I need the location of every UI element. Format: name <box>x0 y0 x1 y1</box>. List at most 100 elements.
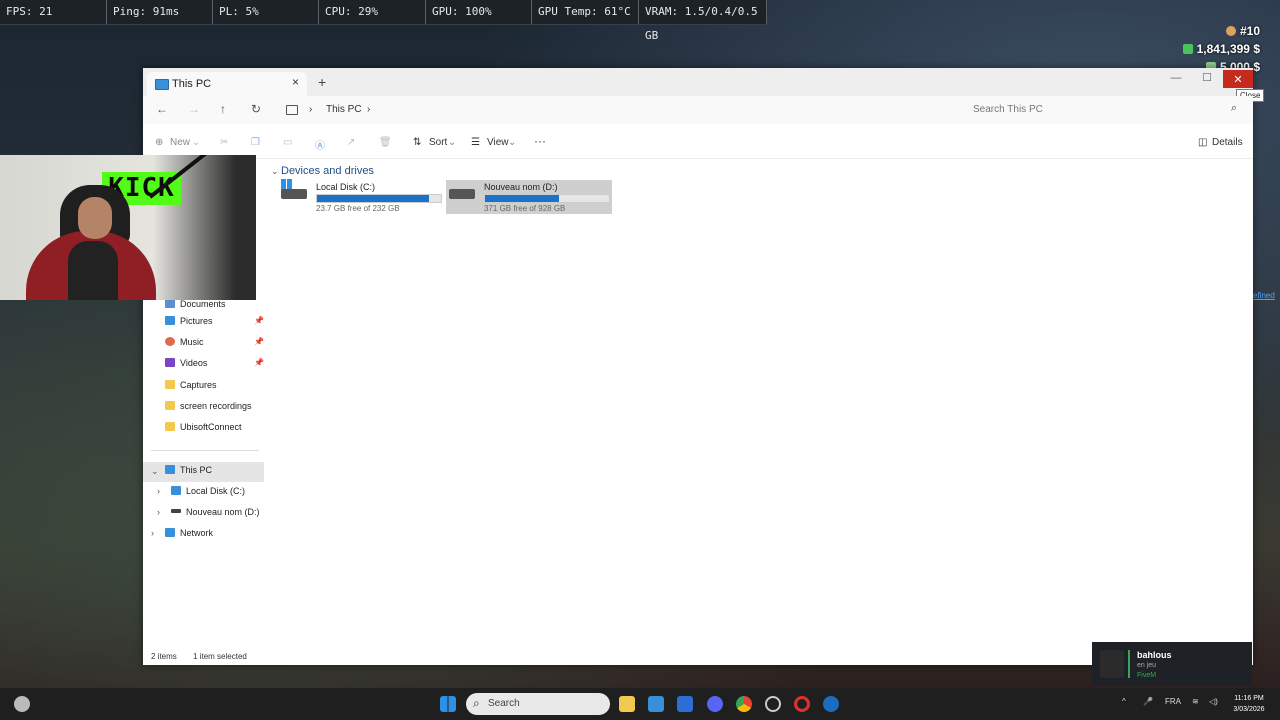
command-bar: ⊕ New ⌄ ✂ ❐ ▭ Ⓐ ↗ 🗑 ⇅ Sort ⌄ ☰ View ⌄ ··… <box>143 128 1253 159</box>
avatar <box>1100 650 1124 678</box>
money-value: 1,841,399 $ <box>1196 42 1260 56</box>
maximize-button[interactable]: ☐ <box>1192 68 1222 90</box>
more-options-icon[interactable]: ··· <box>534 134 546 148</box>
drive-usage-bar <box>484 194 610 203</box>
address-row: ← → ↑ ↻ › This PC › Search This PC ⌕ <box>143 96 1253 124</box>
view-icon[interactable]: ☰ <box>471 137 480 148</box>
store-icon[interactable] <box>648 696 664 712</box>
nav-item-nouveau-nom[interactable]: Nouveau nom (D:) <box>171 503 260 521</box>
nav-item-pictures[interactable]: Pictures <box>165 312 213 330</box>
sort-button[interactable]: Sort <box>429 137 447 148</box>
pictures-icon <box>165 316 175 325</box>
nav-item-screen-recordings[interactable]: screen recordings <box>165 397 252 415</box>
tab-close-icon[interactable]: × <box>292 75 299 89</box>
volume-icon[interactable]: ◁) <box>1209 697 1218 706</box>
nav-label: Videos <box>180 358 208 368</box>
up-arrow-icon[interactable]: ↑ <box>220 102 226 116</box>
minimize-button[interactable]: — <box>1161 68 1191 90</box>
breadcrumb-chevron-end[interactable]: › <box>367 104 370 115</box>
ping-readout: Ping: 91ms <box>107 0 213 24</box>
drive-name: Nouveau nom (D:) <box>484 182 558 192</box>
close-button[interactable]: ✕ <box>1223 70 1253 88</box>
nav-divider <box>151 450 259 451</box>
wifi-icon[interactable]: ≋ <box>1192 697 1199 706</box>
person-icon <box>1225 26 1236 36</box>
sort-chevron-icon: ⌄ <box>448 137 457 148</box>
rank-stat: #10 <box>1183 22 1260 40</box>
nav-item-captures[interactable]: Captures <box>165 376 217 394</box>
sort-icon[interactable]: ⇅ <box>413 137 421 148</box>
overwolf-icon[interactable] <box>765 696 781 712</box>
status-bar: 2 items 1 item selected <box>151 652 247 661</box>
view-button[interactable]: View <box>487 137 509 148</box>
rename-icon[interactable]: Ⓐ <box>315 137 325 152</box>
delete-icon[interactable]: 🗑 <box>379 137 392 148</box>
new-plus-icon[interactable]: ⊕ <box>155 137 163 148</box>
streamer-shirt <box>68 241 118 300</box>
chevron-right-icon[interactable]: › <box>157 507 160 517</box>
chevron-right-icon[interactable]: › <box>157 486 160 496</box>
nav-label: Music <box>180 337 204 347</box>
drive-tile-d[interactable]: Nouveau nom (D:) 371 GB free of 928 GB <box>446 180 612 214</box>
nav-item-music[interactable]: Music <box>165 333 204 351</box>
taskbar-search-input[interactable]: Search <box>488 698 520 709</box>
monitor-icon[interactable] <box>286 105 298 115</box>
refresh-icon[interactable]: ↻ <box>251 102 261 116</box>
details-icon[interactable]: ◫ <box>1198 137 1207 148</box>
new-button[interactable]: New <box>170 137 190 148</box>
clock[interactable]: 11:16 PM 3/03/2026 <box>1228 693 1270 715</box>
nav-item-ubisoft[interactable]: UbisoftConnect <box>165 418 242 436</box>
back-arrow-icon[interactable]: ← <box>156 102 168 116</box>
pin-icon[interactable]: 📌 <box>254 316 264 325</box>
search-box[interactable]: Search This PC ⌕ <box>965 99 1243 119</box>
discord-icon[interactable] <box>707 696 723 712</box>
opera-icon[interactable] <box>794 696 810 712</box>
item-count: 2 items <box>151 652 177 661</box>
nav-label: Captures <box>180 380 217 390</box>
steam-icon[interactable] <box>823 696 839 712</box>
search-input[interactable]: Search This PC <box>973 104 1043 115</box>
taskbar-search[interactable]: ⌕ Search <box>466 693 610 715</box>
drive-tile-c[interactable]: Local Disk (C:) 23.7 GB free of 232 GB <box>278 179 443 214</box>
nav-label: Documents <box>180 299 226 309</box>
forward-arrow-icon[interactable]: → <box>188 102 200 116</box>
new-tab-button[interactable]: + <box>318 74 326 90</box>
pin-icon[interactable]: 📌 <box>254 337 264 346</box>
pin-icon[interactable]: 📌 <box>254 358 264 367</box>
chrome-icon[interactable] <box>736 696 752 712</box>
nav-label: Local Disk (C:) <box>186 486 246 496</box>
cut-icon[interactable]: ✂ <box>220 137 228 148</box>
group-devices-and-drives[interactable]: Devices and drives <box>281 165 374 177</box>
drive-icon <box>171 509 181 513</box>
microphone-icon[interactable]: 🎤 <box>1143 697 1153 706</box>
notification-status: en jeu <box>1137 662 1157 669</box>
notification-game: FiveM <box>1137 672 1157 679</box>
file-explorer-taskbar-icon[interactable] <box>619 696 635 712</box>
weather-icon[interactable] <box>14 696 30 712</box>
details-button[interactable]: Details <box>1212 137 1243 148</box>
start-button[interactable] <box>440 696 456 712</box>
paste-icon[interactable]: ▭ <box>283 137 292 148</box>
fps-readout: FPS: 21 <box>0 0 107 24</box>
discord-notification[interactable]: bahlous en jeu FiveM <box>1092 642 1252 686</box>
copy-icon[interactable]: ❐ <box>251 137 260 148</box>
nav-item-network[interactable]: Network <box>165 524 213 542</box>
windows-drive-icon <box>171 486 181 495</box>
group-collapse-icon[interactable]: ⌄ <box>271 166 279 177</box>
nav-item-this-pc[interactable]: This PC <box>165 461 212 479</box>
outlook-icon[interactable] <box>677 696 693 712</box>
tab-this-pc[interactable]: This PC × <box>147 72 307 96</box>
overlay-link[interactable]: efined <box>1253 291 1275 300</box>
breadcrumb-chevron[interactable]: › <box>309 104 312 115</box>
breadcrumb-this-pc[interactable]: This PC <box>326 104 362 115</box>
nav-item-local-disk[interactable]: Local Disk (C:) <box>171 482 245 500</box>
chevron-down-icon[interactable]: ⌄ <box>151 466 159 477</box>
language-indicator[interactable]: FRA <box>1165 697 1181 706</box>
share-icon[interactable]: ↗ <box>347 137 355 148</box>
money-stat: 1,841,399 $ <box>1182 40 1260 58</box>
nav-item-videos[interactable]: Videos <box>165 354 207 372</box>
status-indicator <box>1128 650 1130 678</box>
tray-chevron-icon[interactable]: ^ <box>1122 697 1126 706</box>
nav-label: UbisoftConnect <box>180 422 242 432</box>
chevron-right-icon[interactable]: › <box>151 528 154 538</box>
